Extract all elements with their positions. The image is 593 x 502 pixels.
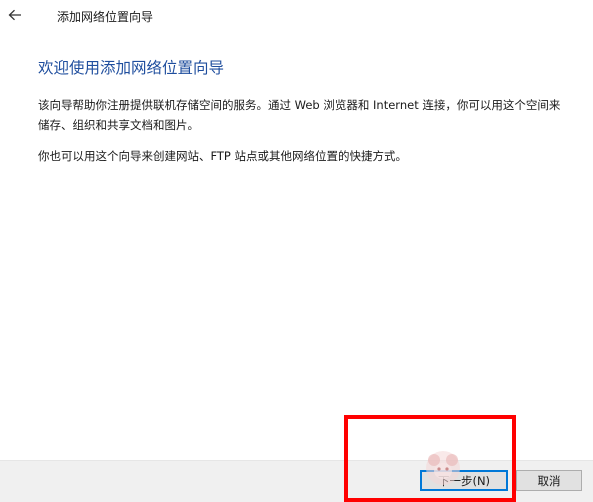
description-paragraph: 该向导帮助你注册提供联机存储空间的服务。通过 Web 浏览器和 Internet… bbox=[38, 98, 561, 132]
next-button[interactable]: 下一步(N) bbox=[420, 470, 508, 491]
window-title: 添加网络位置向导 bbox=[57, 10, 154, 24]
shortcut-paragraph: 你也可以用这个向导来创建网站、FTP 站点或其他网络位置的快捷方式。 bbox=[38, 149, 408, 163]
cancel-button[interactable]: 取消 bbox=[516, 470, 582, 491]
page-heading: 欢迎使用添加网络位置向导 bbox=[38, 59, 225, 77]
title-bar: 添加网络位置向导 bbox=[0, 0, 593, 32]
back-button[interactable] bbox=[4, 4, 26, 26]
back-arrow-icon bbox=[8, 9, 21, 21]
add-network-location-wizard: 添加网络位置向导 欢迎使用添加网络位置向导 该向导帮助你注册提供联机存储空间的服… bbox=[0, 0, 593, 502]
